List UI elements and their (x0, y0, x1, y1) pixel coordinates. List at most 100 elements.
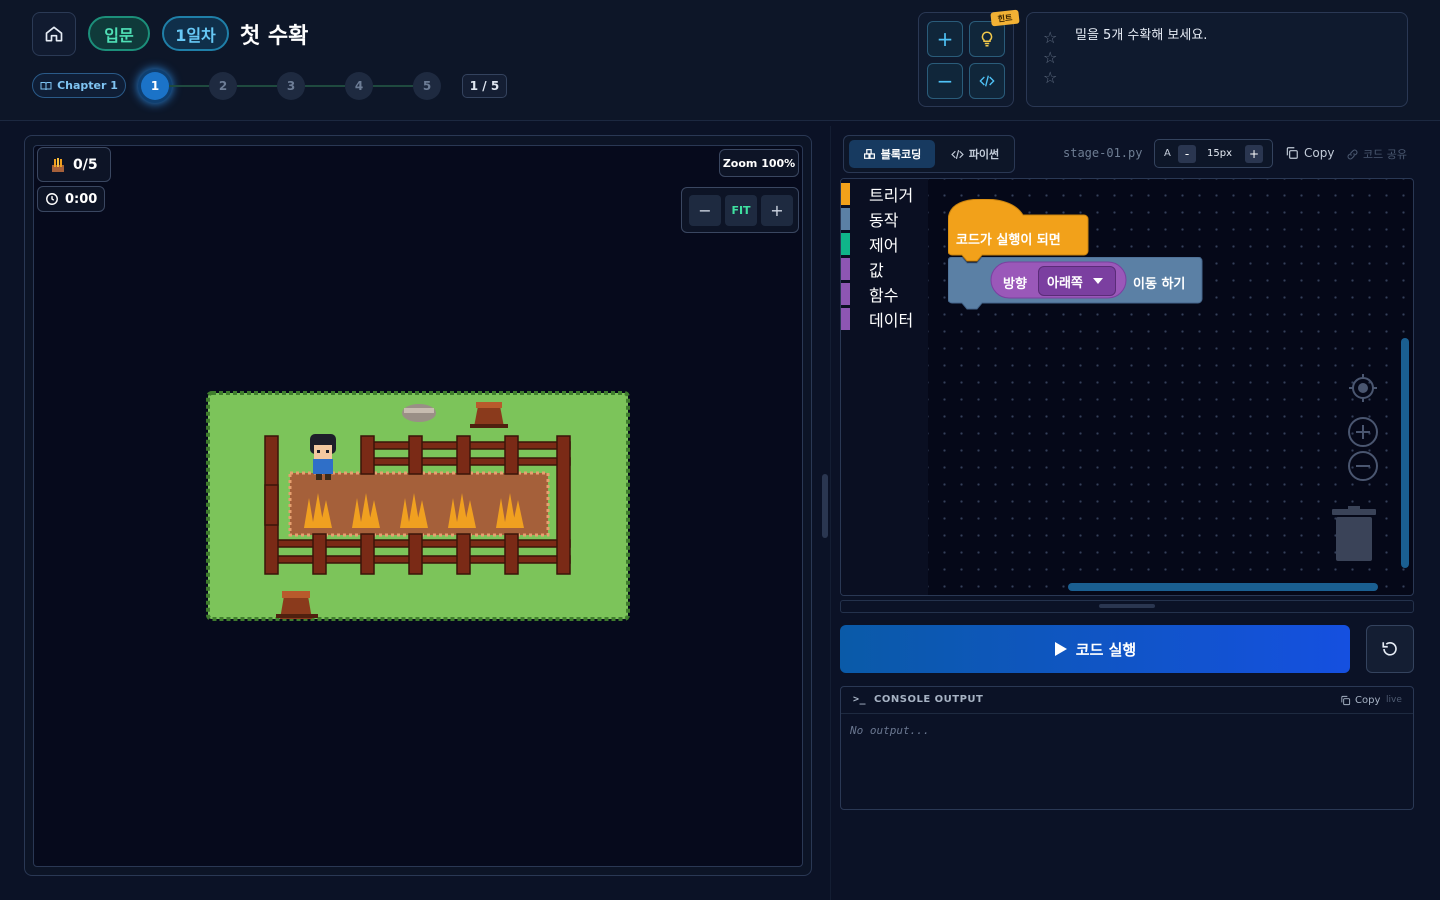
terminal-icon: >_ (853, 694, 867, 705)
plus-icon: + (936, 27, 954, 51)
console-copy-button[interactable]: Copy (1340, 695, 1380, 706)
goal-panel: ☆ ☆ ☆ 밀을 5개 수확해 보세요. (1026, 12, 1408, 107)
move-block-prefix: 방향 (1003, 277, 1027, 292)
code-icon (951, 149, 964, 159)
category-color (841, 308, 850, 330)
direction-dropdown[interactable]: 아래쪽 (1038, 266, 1116, 296)
blocks-icon (863, 148, 875, 159)
game-zoom-out-button[interactable]: − (689, 195, 721, 226)
tab-block-coding[interactable]: 블록코딩 (849, 140, 935, 168)
step-1[interactable]: 1 (141, 72, 169, 100)
share-label: 코드 공유 (1363, 148, 1407, 161)
step-2[interactable]: 2 (209, 72, 237, 100)
tab-python[interactable]: 파이썬 (939, 140, 1011, 168)
code-icon (979, 75, 995, 87)
tab-block-label: 블록코딩 (880, 148, 922, 161)
category-action[interactable]: 동작 (841, 208, 898, 230)
day-badge: 1일차 (162, 16, 229, 51)
font-increase-button[interactable]: + (1245, 145, 1263, 163)
wheat-icon (52, 157, 64, 172)
font-size-control: A - 15px + (1154, 139, 1273, 168)
font-size-value: 15px (1207, 148, 1232, 159)
lightbulb-icon (981, 31, 993, 47)
reset-button[interactable] (1366, 625, 1414, 673)
block-workspace[interactable]: 트리거 동작 제어 값 함수 데이터 (840, 178, 1414, 596)
fit-button[interactable]: FIT (725, 195, 757, 226)
step-4[interactable]: 4 (345, 72, 373, 100)
editor-resize-handle[interactable] (840, 600, 1414, 613)
star-outline-icon: ☆ (1043, 28, 1058, 47)
move-block-suffix: 이동 하기 (1133, 277, 1186, 292)
resize-grip (1099, 604, 1155, 608)
category-label: 트리거 (869, 186, 914, 205)
rock (402, 404, 436, 422)
timer: 0:00 (37, 186, 105, 212)
star-outline-icon: ☆ (1043, 48, 1058, 67)
file-name: stage-01.py (1063, 146, 1143, 160)
console-title-wrap: >_ CONSOLE OUTPUT (853, 694, 983, 705)
panel-resize-handle[interactable] (822, 474, 828, 538)
font-decrease-button[interactable]: - (1178, 145, 1196, 163)
category-color (841, 283, 850, 305)
harvest-counter: 0/5 (37, 147, 111, 182)
chapter-label: Chapter 1 (57, 79, 118, 92)
tab-python-label: 파이썬 (968, 148, 1000, 161)
category-color (841, 183, 850, 205)
copy-label: Copy (1304, 146, 1335, 160)
chapter-badge[interactable]: Chapter 1 (32, 73, 126, 98)
font-label: A (1164, 148, 1171, 159)
category-value[interactable]: 값 (841, 258, 884, 280)
copy-icon (1341, 695, 1351, 706)
panel-divider (830, 126, 831, 900)
category-function[interactable]: 함수 (841, 283, 898, 305)
zoom-out-button[interactable]: − (927, 63, 963, 99)
hint-button[interactable] (969, 21, 1005, 57)
category-label: 함수 (869, 286, 899, 305)
category-data[interactable]: 데이터 (841, 308, 913, 330)
step-counter: 1 / 5 (462, 74, 507, 98)
run-code-button[interactable]: 코드 실행 (840, 625, 1350, 673)
clock-icon (46, 193, 58, 205)
zoom-controls: − FIT + (681, 187, 799, 233)
run-label: 코드 실행 (1075, 640, 1137, 659)
game-zoom-in-button[interactable]: + (761, 195, 793, 226)
copy-code-button[interactable]: Copy (1285, 146, 1334, 160)
minus-icon: − (936, 69, 954, 93)
step-5[interactable]: 5 (413, 72, 441, 100)
home-button[interactable] (32, 12, 76, 56)
direction-value: 아래쪽 (1047, 275, 1083, 291)
step-connector (169, 85, 209, 87)
goal-stars: ☆ ☆ ☆ (1043, 29, 1057, 86)
workspace-vertical-scrollbar[interactable] (1401, 338, 1409, 568)
minus-icon: − (698, 201, 712, 220)
block-toolbox: 트리거 동작 제어 값 함수 데이터 (841, 179, 928, 595)
trigger-block-label: 코드가 실행이 되면 (956, 233, 1061, 248)
home-icon (45, 26, 63, 42)
workspace-horizontal-scrollbar[interactable] (1068, 583, 1378, 591)
play-icon (1054, 642, 1067, 656)
zoom-in-icon[interactable] (1347, 416, 1379, 448)
code-view-button[interactable] (969, 63, 1005, 99)
category-control[interactable]: 제어 (841, 233, 898, 255)
category-label: 데이터 (869, 311, 914, 330)
console-title: CONSOLE OUTPUT (874, 694, 984, 705)
stage-title: 첫 수확 (240, 24, 309, 49)
trash-icon[interactable] (1332, 506, 1376, 562)
star-outline-icon: ☆ (1043, 68, 1058, 87)
goal-text: 밀을 5개 수확해 보세요. (1075, 28, 1208, 43)
reset-icon (1382, 641, 1397, 656)
zoom-out-icon[interactable] (1347, 450, 1379, 482)
category-color (841, 258, 850, 280)
dropdown-arrow-icon (1092, 278, 1103, 284)
farm-map (206, 391, 630, 621)
step-3[interactable]: 3 (277, 72, 305, 100)
console-output: No output... (850, 724, 930, 737)
recenter-icon[interactable] (1348, 373, 1378, 403)
editor-mode-tabs: 블록코딩 파이썬 (843, 135, 1015, 173)
zoom-in-button[interactable]: + (927, 21, 963, 57)
step-connector (305, 85, 345, 87)
category-label: 제어 (869, 236, 899, 255)
zoom-level: Zoom 100% (719, 149, 799, 177)
share-code-button[interactable]: 코드 공유 (1346, 146, 1407, 162)
category-trigger[interactable]: 트리거 (841, 183, 913, 205)
